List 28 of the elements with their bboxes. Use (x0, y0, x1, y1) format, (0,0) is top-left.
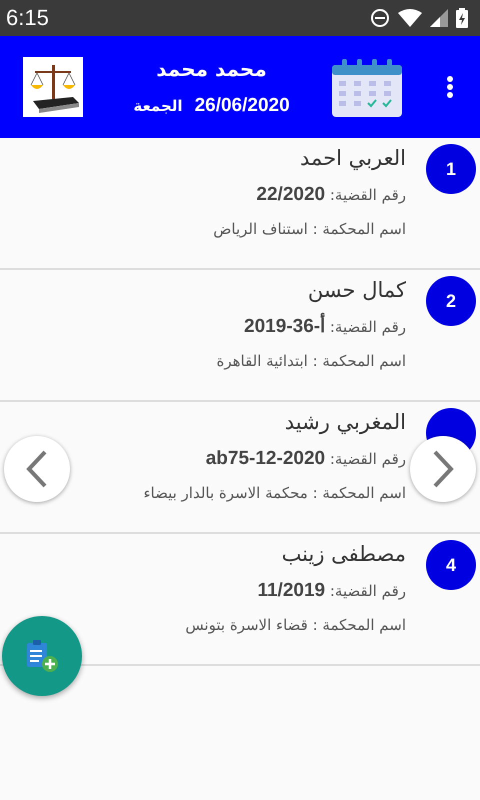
court-name-line: اسم المحكمة : محكمة الاسرة بالدار بيضاء (143, 483, 406, 504)
case-number-badge: 1 (426, 144, 476, 194)
more-options-icon[interactable] (446, 75, 454, 99)
case-number-badge: 2 (426, 276, 476, 326)
date-text: 26/06/2020 (194, 95, 290, 117)
scales-book-logo-icon (23, 57, 83, 117)
court-name-line: اسم المحكمة : ابتدائية القاهرة (216, 351, 406, 372)
court-name-line: اسم المحكمة : قضاء الاسرة بتونس (185, 615, 406, 636)
chevron-left-icon (26, 450, 48, 488)
status-time: 6:15 (6, 5, 49, 31)
day-name: الجمعة (133, 97, 183, 115)
court-name-line: اسم المحكمة : استناف الرياض (213, 219, 406, 240)
party-name: المغربي رشيد (284, 409, 406, 436)
chevron-right-icon (432, 450, 454, 488)
next-button[interactable] (410, 436, 476, 502)
add-document-icon (25, 639, 59, 673)
party-name: العربي احمد (300, 145, 406, 172)
wifi-icon (398, 9, 422, 27)
party-name: كمال حسن (308, 277, 406, 304)
signal-icon (430, 9, 448, 27)
calendar-icon[interactable] (332, 57, 402, 117)
user-name: محمد محمد (156, 57, 267, 81)
previous-button[interactable] (4, 436, 70, 502)
party-name: مصطفى زينب (282, 541, 406, 568)
do-not-disturb-icon (370, 8, 390, 28)
case-number-badge: 4 (426, 540, 476, 590)
battery-charging-icon (456, 8, 468, 28)
add-case-button[interactable] (2, 616, 82, 696)
